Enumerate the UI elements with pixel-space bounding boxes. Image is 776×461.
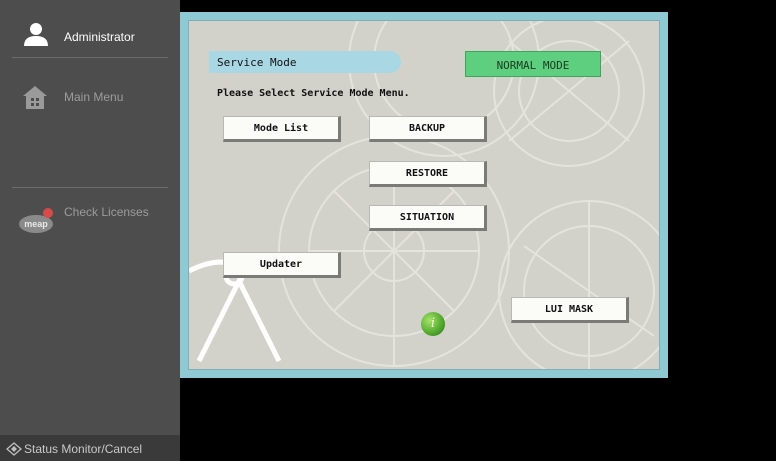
meap-logo-icon: meap (19, 208, 53, 233)
mode-list-button[interactable]: Mode List (223, 116, 341, 142)
home-icon (23, 86, 47, 109)
user-name: Administrator (64, 30, 135, 44)
situation-button[interactable]: SITUATION (369, 205, 487, 231)
status-monitor-button[interactable]: Status Monitor/Cancel (0, 435, 180, 461)
restore-button[interactable]: RESTORE (369, 161, 487, 187)
lui-mask-button[interactable]: LUI MASK (511, 297, 629, 323)
left-sidebar: Administrator Main Menu meap Check Licen… (0, 0, 180, 461)
service-mode-content: Service Mode NORMAL MODE Please Select S… (188, 20, 660, 370)
mode-status-badge: NORMAL MODE (465, 51, 601, 77)
sidebar-item-main-menu[interactable]: Main Menu (0, 76, 180, 116)
info-icon[interactable]: i (421, 312, 445, 336)
sidebar-divider (12, 57, 168, 58)
updater-button[interactable]: Updater (223, 252, 341, 278)
user-account[interactable]: Administrator (0, 14, 180, 50)
status-monitor-label: Status Monitor/Cancel (24, 442, 143, 456)
user-icon (24, 23, 48, 46)
sidebar-item-label: Main Menu (64, 90, 124, 104)
service-mode-panel: Service Mode NORMAL MODE Please Select S… (180, 12, 668, 378)
sidebar-item-check-licenses[interactable]: meap Check Licenses (0, 200, 180, 240)
backup-button[interactable]: BACKUP (369, 116, 487, 142)
instruction-text: Please Select Service Mode Menu. (217, 88, 410, 99)
sidebar-divider (12, 187, 168, 188)
sidebar-item-label: Check Licenses (64, 205, 149, 219)
svg-text:meap: meap (24, 219, 48, 229)
status-monitor-icon (6, 442, 22, 456)
service-mode-title: Service Mode (209, 51, 401, 73)
